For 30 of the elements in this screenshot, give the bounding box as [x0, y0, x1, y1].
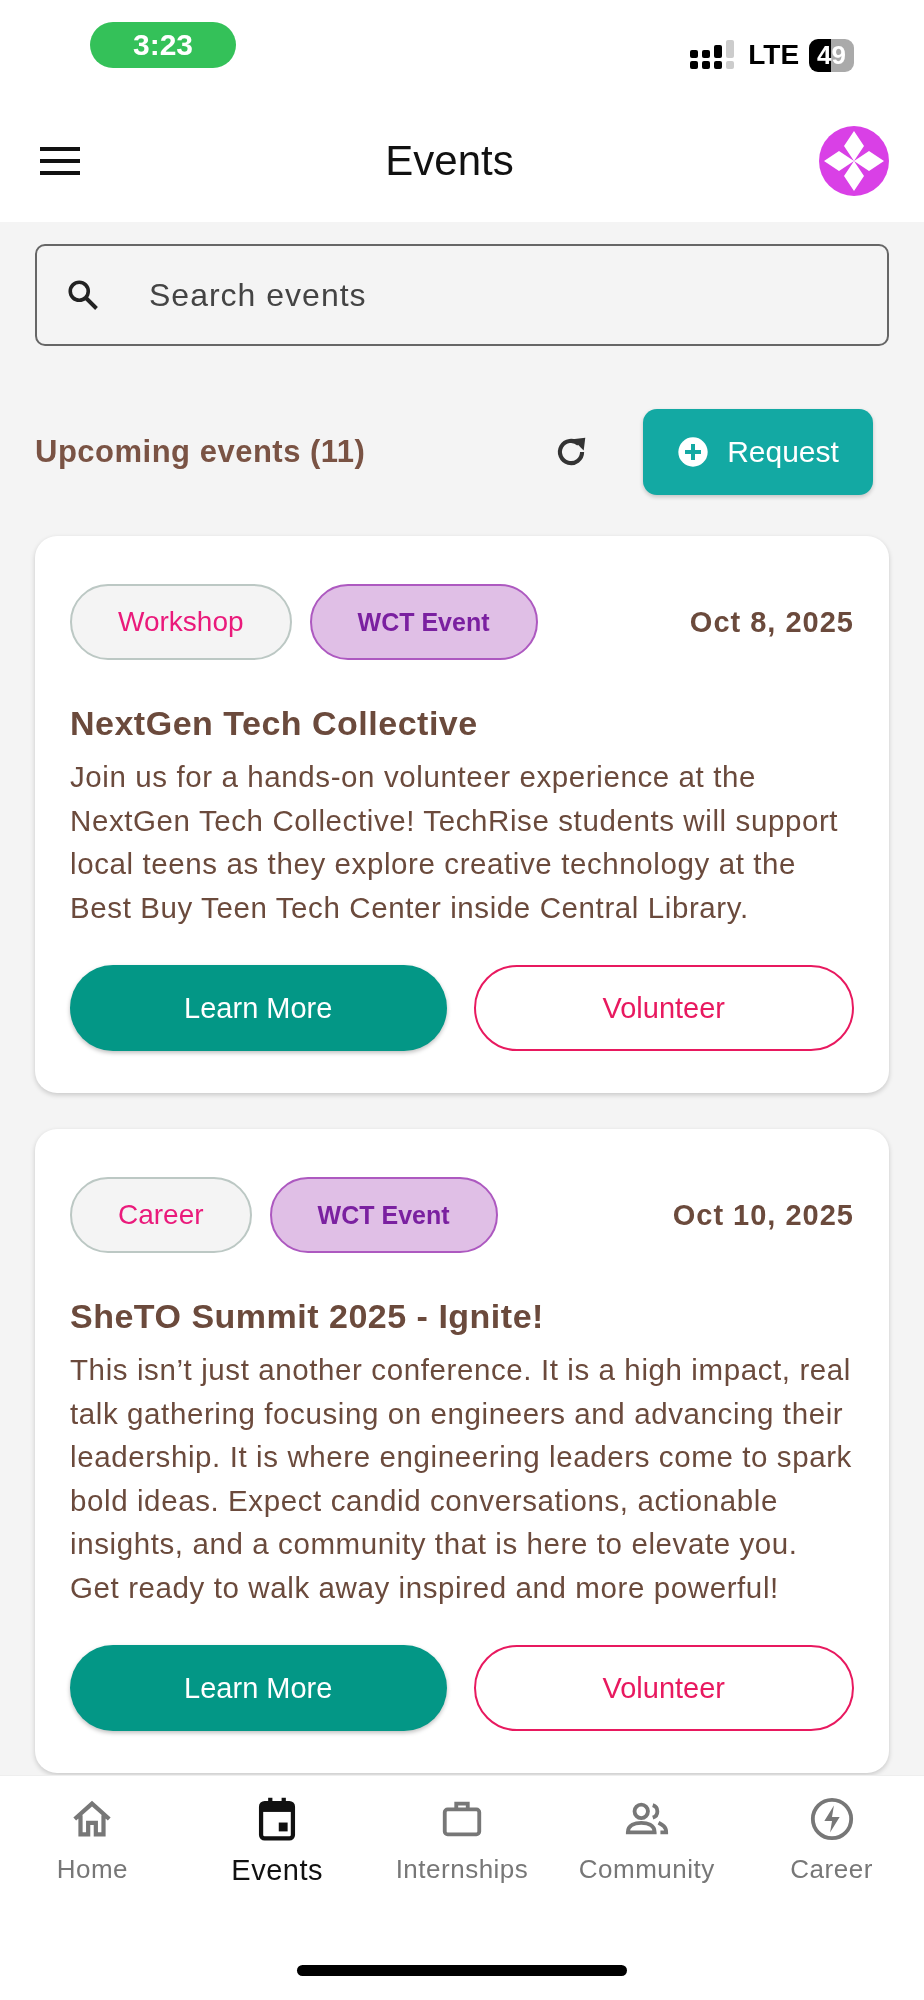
- event-tag: WCT Event: [269, 1177, 498, 1253]
- learn-more-button[interactable]: Learn More: [70, 965, 447, 1051]
- nav-tab[interactable]: Events: [184, 1796, 370, 1925]
- event-tag: WCT Event: [309, 584, 538, 660]
- event-title: SheTO Summit 2025 - Ignite!: [70, 1297, 545, 1336]
- battery-indicator: 49: [809, 38, 854, 72]
- status-time: 3:23: [90, 22, 236, 68]
- menu-icon[interactable]: [40, 147, 80, 175]
- search-field[interactable]: Search events: [35, 244, 889, 346]
- nav-tab[interactable]: Community: [554, 1796, 740, 1925]
- event-title: NextGen Tech Collective: [70, 704, 479, 743]
- event-description: Join us for a hands-on volunteer experience at the NextGen Tech Collective! TechRise students will support local teens as they explore creative technology at the Best Buy Teen Tech Center inside Central Library.: [70, 759, 840, 926]
- nav-tab[interactable]: Career: [739, 1796, 924, 1925]
- nav-tab[interactable]: Internships: [369, 1796, 555, 1925]
- event-tag: Workshop: [70, 584, 292, 660]
- network-label: LTE: [748, 39, 800, 71]
- page-title: Events: [385, 137, 514, 185]
- bolt-icon: [808, 1796, 855, 1842]
- request-button[interactable]: Request: [643, 409, 873, 495]
- event-description: This isn’t just another conference. It is a high impact, real talk gathering focusing on engineers and advancing their leadership. It is where engineering leaders come to spark bold ideas. Expect candid conversations, actionable insights, and a community that is here to elevate you. Get ready to walk away inspired and more powerful!: [70, 1352, 853, 1606]
- event-tag: Career: [70, 1177, 252, 1253]
- volunteer-button[interactable]: Volunteer: [473, 965, 854, 1051]
- nav-tab[interactable]: Home: [0, 1796, 185, 1925]
- learn-more-button[interactable]: Learn More: [70, 1645, 447, 1731]
- plus-icon: [677, 436, 710, 468]
- event-date: Oct 8, 2025: [689, 605, 854, 639]
- event-date: Oct 10, 2025: [672, 1198, 854, 1232]
- volunteer-button[interactable]: Volunteer: [473, 1645, 854, 1731]
- avatar-icon[interactable]: [819, 126, 889, 196]
- section-title: Upcoming events (11): [35, 434, 367, 470]
